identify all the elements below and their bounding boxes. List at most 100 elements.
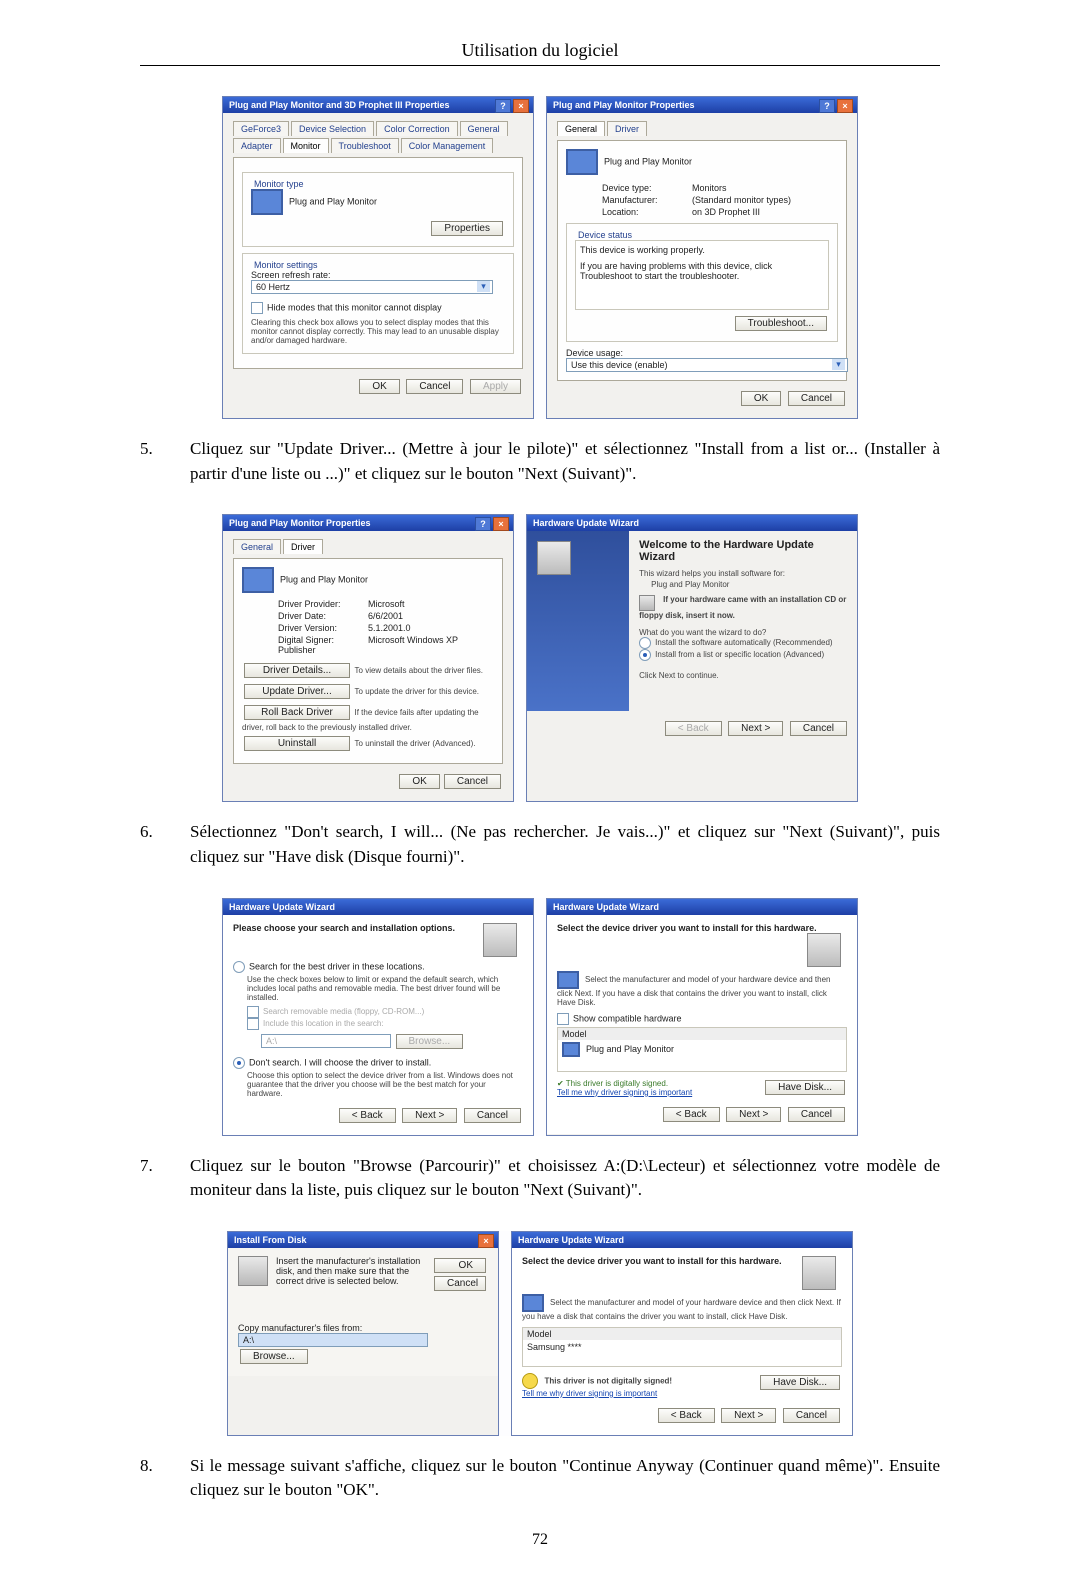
- driver-version-label: Driver Version:: [278, 623, 368, 633]
- device-status-text: This device is working properly.: [580, 245, 824, 255]
- close-icon[interactable]: ×: [478, 1234, 494, 1248]
- tab-adapter[interactable]: Adapter: [233, 138, 281, 153]
- tell-me-link[interactable]: Tell me why driver signing is important: [557, 1088, 692, 1097]
- properties-button[interactable]: Properties: [431, 221, 503, 236]
- step-7: 7. Cliquez sur le bouton "Browse (Parcou…: [140, 1154, 940, 1203]
- model-column-header: Model: [523, 1328, 841, 1340]
- cancel-button[interactable]: Cancel: [788, 1107, 845, 1122]
- dialog-title: Plug and Play Monitor and 3D Prophet III…: [229, 100, 450, 110]
- tab-color-correction[interactable]: Color Correction: [376, 121, 458, 136]
- radio-search[interactable]: [233, 961, 245, 973]
- cancel-button[interactable]: Cancel: [406, 379, 463, 394]
- next-button[interactable]: Next >: [728, 721, 783, 736]
- digital-signer-label: Digital Signer:: [278, 635, 368, 645]
- tab-general[interactable]: General: [557, 121, 605, 136]
- dialog-titlebar: Plug and Play Monitor and 3D Prophet III…: [223, 97, 533, 113]
- cancel-button[interactable]: Cancel: [444, 774, 501, 789]
- copy-from-input[interactable]: A:\: [238, 1333, 428, 1347]
- wizard-step-heading: Select the device driver you want to ins…: [522, 1256, 842, 1266]
- have-disk-button[interactable]: Have Disk...: [760, 1375, 840, 1390]
- help-icon[interactable]: ?: [819, 99, 835, 113]
- dialog-title: Plug and Play Monitor Properties: [229, 518, 371, 528]
- next-button[interactable]: Next >: [402, 1108, 457, 1123]
- cancel-button[interactable]: Cancel: [464, 1108, 521, 1123]
- tabstrip: GeForce3 Device Selection Color Correcti…: [233, 121, 523, 153]
- step-6: 6. Sélectionnez "Don't search, I will...…: [140, 820, 940, 869]
- chk-show-compat[interactable]: [557, 1013, 569, 1025]
- cancel-button[interactable]: Cancel: [783, 1408, 840, 1423]
- dialog-titlebar: Plug and Play Monitor Properties ?×: [547, 97, 857, 113]
- ok-button[interactable]: OK: [741, 391, 781, 406]
- radio-search-sub: Use the check boxes below to limit or ex…: [247, 975, 523, 1002]
- back-button[interactable]: < Back: [339, 1108, 396, 1123]
- tab-general[interactable]: General: [233, 539, 281, 554]
- troubleshoot-button[interactable]: Troubleshoot...: [735, 316, 827, 331]
- close-icon[interactable]: ×: [513, 99, 529, 113]
- tab-general[interactable]: General: [460, 121, 508, 136]
- help-icon[interactable]: ?: [495, 99, 511, 113]
- wizard-heading: Welcome to the Hardware Update Wizard: [639, 539, 847, 563]
- wizard-intro: This wizard helps you install software f…: [639, 569, 847, 578]
- hide-modes-checkbox[interactable]: [251, 302, 263, 314]
- browse-button: Browse...: [396, 1034, 464, 1049]
- radio-dont-search[interactable]: [233, 1057, 245, 1069]
- driver-details-text: To view details about the driver files.: [355, 666, 484, 675]
- tab-color-management[interactable]: Color Management: [401, 138, 494, 153]
- back-button[interactable]: < Back: [658, 1408, 715, 1423]
- tab-troubleshoot[interactable]: Troubleshoot: [331, 138, 399, 153]
- wizard-icon: [802, 1256, 836, 1290]
- radio-list-label: Install from a list or specific location…: [655, 650, 824, 659]
- ok-button[interactable]: OK: [434, 1258, 486, 1273]
- close-icon[interactable]: ×: [493, 517, 509, 531]
- driver-version-value: 5.1.2001.0: [368, 623, 411, 633]
- wizard-icon: [537, 541, 571, 575]
- wizard-question: What do you want the wizard to do?: [639, 628, 847, 637]
- uninstall-button[interactable]: Uninstall: [244, 736, 350, 751]
- tab-driver[interactable]: Driver: [283, 539, 323, 554]
- wizard-icon: [483, 923, 517, 957]
- hide-modes-note: Clearing this check box allows you to se…: [251, 318, 505, 345]
- chk-include-location: [247, 1018, 259, 1030]
- tab-driver[interactable]: Driver: [607, 121, 647, 136]
- tab-device-selection[interactable]: Device Selection: [291, 121, 374, 136]
- next-button[interactable]: Next >: [726, 1107, 781, 1122]
- monitor-icon: [557, 971, 579, 989]
- monitor-name: Plug and Play Monitor: [289, 196, 377, 206]
- hide-modes-label: Hide modes that this monitor cannot disp…: [267, 302, 442, 312]
- device-usage-select[interactable]: Use this device (enable): [566, 358, 848, 372]
- wizard-select-driver-samsung: Hardware Update Wizard Select the device…: [511, 1231, 853, 1436]
- back-button[interactable]: < Back: [663, 1107, 720, 1122]
- cancel-button[interactable]: Cancel: [788, 391, 845, 406]
- radio-search-label: Search for the best driver in these loca…: [249, 961, 425, 971]
- radio-dont-search-label: Don't search. I will choose the driver t…: [249, 1057, 431, 1067]
- update-driver-button[interactable]: Update Driver...: [244, 684, 350, 699]
- radio-list[interactable]: [639, 649, 651, 661]
- monitor-icon: [242, 567, 274, 593]
- wizard-step-heading: Please choose your search and installati…: [233, 923, 523, 933]
- tab-monitor[interactable]: Monitor: [283, 138, 329, 153]
- ok-button[interactable]: OK: [359, 379, 399, 394]
- ok-button[interactable]: OK: [399, 774, 439, 789]
- driver-details-button[interactable]: Driver Details...: [244, 663, 350, 678]
- monitor-settings-legend: Monitor settings: [251, 260, 321, 270]
- rollback-driver-button[interactable]: Roll Back Driver: [244, 705, 350, 720]
- radio-auto[interactable]: [639, 637, 651, 649]
- display-properties-dialog: Plug and Play Monitor and 3D Prophet III…: [222, 96, 534, 419]
- close-icon[interactable]: ×: [837, 99, 853, 113]
- cancel-button[interactable]: Cancel: [790, 721, 847, 736]
- step-text: Si le message suivant s'affiche, cliquez…: [190, 1454, 940, 1503]
- refresh-rate-select[interactable]: 60 Hertz: [251, 280, 493, 294]
- step-number: 8.: [140, 1454, 190, 1503]
- radio-dont-search-sub: Choose this option to select the device …: [247, 1071, 523, 1098]
- wizard-search-options: Hardware Update Wizard Please choose you…: [222, 898, 534, 1136]
- monitor-type-legend: Monitor type: [251, 179, 307, 189]
- help-icon[interactable]: ?: [475, 517, 491, 531]
- tab-geforce3[interactable]: GeForce3: [233, 121, 289, 136]
- cancel-button[interactable]: Cancel: [434, 1276, 486, 1291]
- browse-button[interactable]: Browse...: [240, 1349, 308, 1364]
- wizard-sidebar: [527, 531, 629, 711]
- have-disk-button[interactable]: Have Disk...: [765, 1080, 845, 1095]
- next-button[interactable]: Next >: [721, 1408, 776, 1423]
- tell-me-link[interactable]: Tell me why driver signing is important: [522, 1389, 657, 1398]
- install-from-disk-dialog: Install From Disk× Insert the manufactur…: [227, 1231, 499, 1436]
